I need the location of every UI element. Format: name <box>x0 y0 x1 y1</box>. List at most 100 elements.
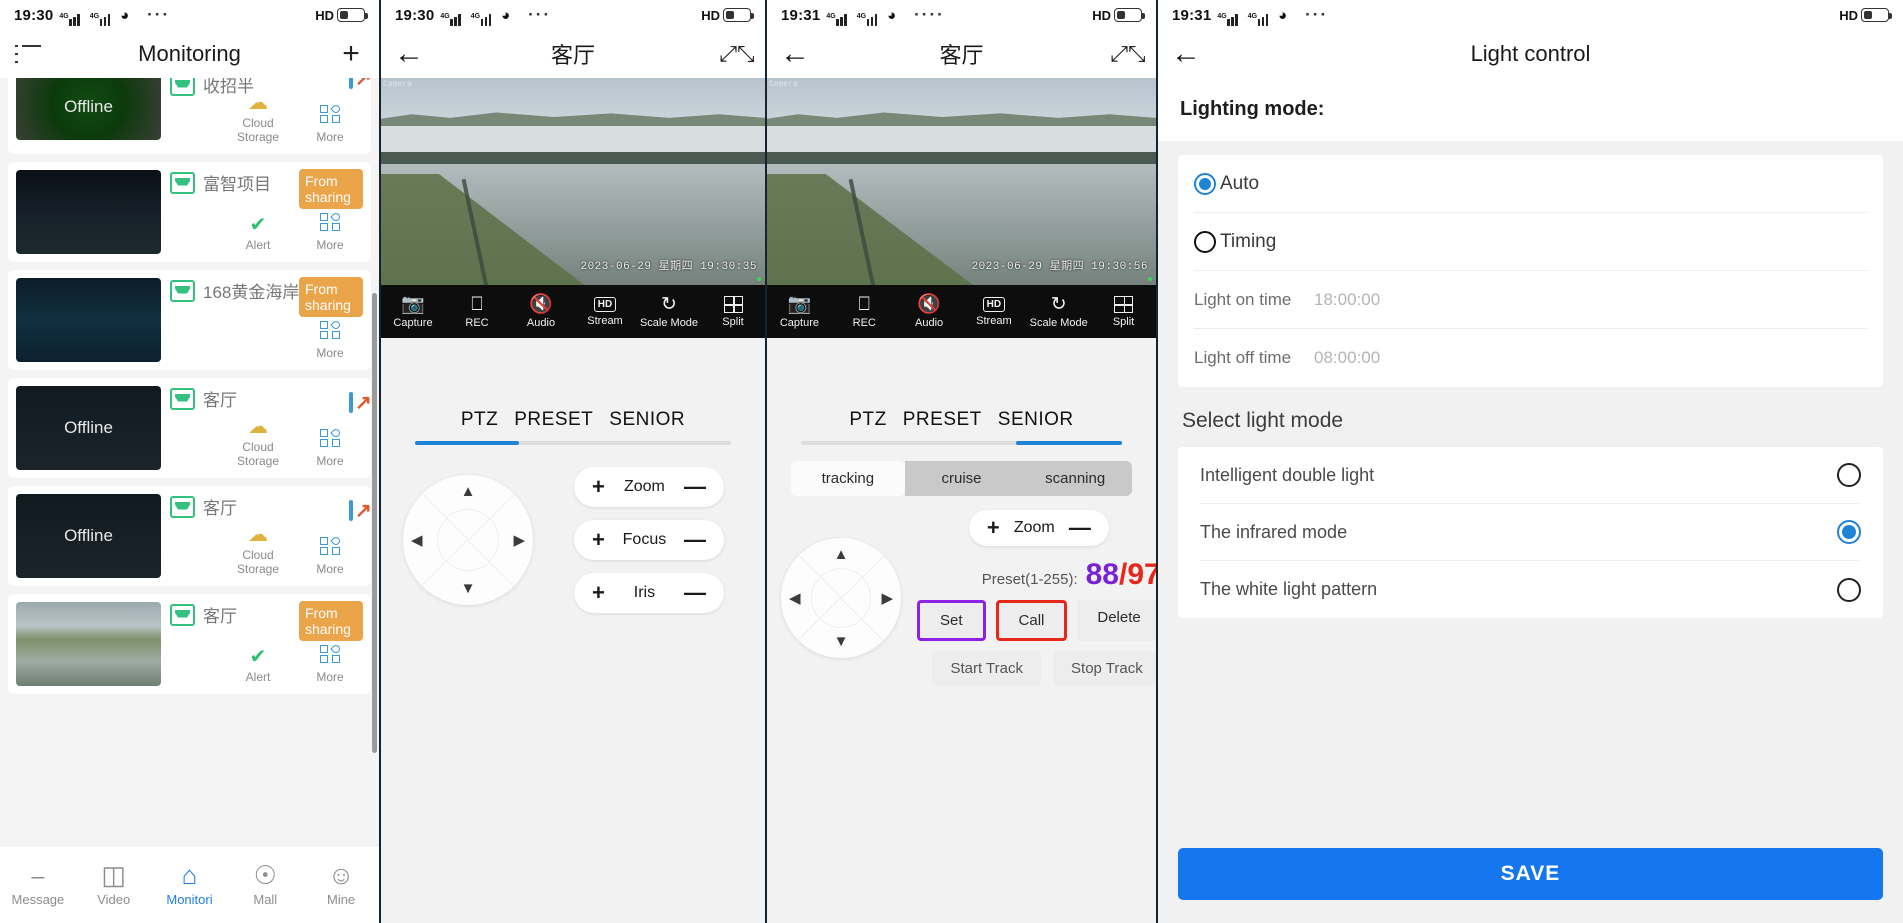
light-on-time-row[interactable]: Light on time 18:00:00 <box>1194 271 1867 329</box>
ptz-dpad[interactable]: ▲ ▼ ◀ ▶ <box>781 538 901 658</box>
nav-item-mall[interactable]: ☉ Mall <box>227 846 303 923</box>
video-preview[interactable]: Camera 2023-06-29 星期四 19:30:56 <box>767 78 1156 285</box>
plus-icon[interactable]: + <box>987 515 1000 541</box>
share-button[interactable] <box>349 392 353 413</box>
list-item[interactable]: Offline 收招半 ☁ Cloud Storage <box>8 78 371 154</box>
back-button[interactable]: ← <box>1158 39 1214 69</box>
radio-icon[interactable] <box>1837 577 1861 602</box>
dpad-up-icon[interactable]: ▲ <box>834 546 849 563</box>
menu-button[interactable] <box>0 45 56 63</box>
camera-thumbnail[interactable] <box>16 602 161 686</box>
tab-ptz[interactable]: PTZ <box>461 409 498 431</box>
split-button[interactable]: Split <box>701 295 765 328</box>
record-button[interactable]: ⎕ REC <box>832 295 897 329</box>
radio-icon[interactable] <box>1837 463 1861 487</box>
back-button[interactable]: ← <box>381 39 437 69</box>
iris-control[interactable]: + Iris — <box>574 573 724 613</box>
more-action[interactable]: More <box>301 319 359 360</box>
light-off-time-row[interactable]: Light off time 08:00:00 <box>1194 329 1867 387</box>
cloud-storage-action[interactable]: ☁ Cloud Storage <box>229 417 287 468</box>
minus-icon[interactable]: — <box>684 527 706 553</box>
tab-senior[interactable]: SENIOR <box>609 409 685 431</box>
list-scrollbar[interactable] <box>372 293 377 753</box>
camera-thumbnail[interactable] <box>16 170 161 254</box>
alert-action[interactable]: ✔ Alert <box>229 215 287 252</box>
tab-preset[interactable]: PRESET <box>514 409 593 431</box>
more-action[interactable]: More <box>301 643 359 684</box>
share-button[interactable] <box>349 78 353 89</box>
list-item[interactable]: 富智项目 From sharing ✔ Alert More <box>8 162 371 262</box>
save-button[interactable]: SAVE <box>1178 848 1883 900</box>
stream-button[interactable]: HD Stream <box>961 296 1026 327</box>
dpad-right-icon[interactable]: ▶ <box>513 531 525 549</box>
list-item[interactable]: 168黄金海岸... From sharing More <box>8 270 371 370</box>
light-mode-intelligent[interactable]: Intelligent double light <box>1200 447 1861 504</box>
list-item[interactable]: Offline 客厅 ☁ Cloud Storage <box>8 378 371 478</box>
scale-mode-button[interactable]: ↻ Scale Mode <box>637 295 701 329</box>
add-device-button[interactable]: + <box>323 39 379 69</box>
minus-icon[interactable]: — <box>1069 515 1091 541</box>
tab-preset[interactable]: PRESET <box>903 409 982 431</box>
tab-ptz[interactable]: PTZ <box>849 409 886 431</box>
list-item[interactable]: 客厅 From sharing ✔ Alert More <box>8 594 371 694</box>
set-preset-button[interactable]: Set <box>917 600 986 641</box>
stream-button[interactable]: HD Stream <box>573 296 637 327</box>
start-track-button[interactable]: Start Track <box>932 651 1042 686</box>
audio-button[interactable]: 🔇 Audio <box>509 295 573 329</box>
cloud-storage-action[interactable]: ☁ Cloud Storage <box>229 525 287 576</box>
tab-senior[interactable]: SENIOR <box>998 409 1074 431</box>
more-action[interactable]: More <box>301 211 359 252</box>
plus-icon[interactable]: + <box>592 474 605 500</box>
more-action[interactable]: More <box>301 103 359 144</box>
nav-item-monitoring[interactable]: ⌂ Monitori <box>152 846 228 923</box>
plus-icon[interactable]: + <box>592 580 605 606</box>
call-preset-button[interactable]: Call <box>995 600 1068 641</box>
nav-item-message[interactable]: ⎯ Message <box>0 846 76 923</box>
share-button[interactable] <box>349 500 353 521</box>
fullscreen-button[interactable]: ⤢⤡ <box>709 41 765 67</box>
zoom-control[interactable]: + Zoom — <box>574 467 724 507</box>
more-action[interactable]: More <box>301 535 359 576</box>
light-on-time-value[interactable]: 18:00:00 <box>1314 290 1380 310</box>
back-button[interactable]: ← <box>767 39 823 69</box>
delete-preset-button[interactable]: Delete <box>1077 600 1156 641</box>
radio-icon[interactable] <box>1194 172 1216 195</box>
more-action[interactable]: More <box>301 427 359 468</box>
capture-button[interactable]: 📷 Capture <box>767 295 832 329</box>
light-off-time-value[interactable]: 08:00:00 <box>1314 348 1380 368</box>
radio-icon[interactable] <box>1837 520 1861 544</box>
camera-thumbnail[interactable]: Offline <box>16 494 161 578</box>
dpad-left-icon[interactable]: ◀ <box>411 531 423 549</box>
mode-option-timing[interactable]: Timing <box>1194 213 1867 271</box>
audio-button[interactable]: 🔇 Audio <box>897 295 962 329</box>
nav-item-video[interactable]: ◫ Video <box>76 846 152 923</box>
minus-icon[interactable]: — <box>684 580 706 606</box>
nav-item-mine[interactable]: ☺ Mine <box>303 846 379 923</box>
cloud-storage-action[interactable]: ☁ Cloud Storage <box>229 93 287 144</box>
focus-control[interactable]: + Focus — <box>574 520 724 560</box>
zoom-control[interactable]: + Zoom — <box>968 510 1109 546</box>
camera-thumbnail[interactable]: Offline <box>16 386 161 470</box>
device-list[interactable]: Offline 收招半 ☁ Cloud Storage <box>0 78 379 923</box>
camera-thumbnail[interactable]: Offline <box>16 78 161 140</box>
alert-action[interactable]: ✔ Alert <box>229 647 287 684</box>
segment-scanning[interactable]: scanning <box>1018 461 1132 496</box>
plus-icon[interactable]: + <box>592 527 605 553</box>
split-button[interactable]: Split <box>1091 295 1156 328</box>
dpad-left-icon[interactable]: ◀ <box>789 589 801 607</box>
segment-cruise[interactable]: cruise <box>904 461 1019 496</box>
stop-track-button[interactable]: Stop Track <box>1053 651 1156 686</box>
dpad-down-icon[interactable]: ▼ <box>461 580 476 597</box>
camera-thumbnail[interactable] <box>16 278 161 362</box>
fullscreen-button[interactable]: ⤢⤡ <box>1100 41 1156 67</box>
video-preview[interactable]: Camera 2023-06-29 星期四 19:30:35 <box>381 78 765 285</box>
radio-icon[interactable] <box>1194 230 1216 253</box>
segment-tracking[interactable]: tracking <box>791 461 905 496</box>
light-mode-white[interactable]: The white light pattern <box>1200 561 1861 618</box>
light-mode-infrared[interactable]: The infrared mode <box>1200 504 1861 561</box>
mode-option-auto[interactable]: Auto <box>1194 155 1867 213</box>
record-button[interactable]: ⎕ REC <box>445 295 509 329</box>
minus-icon[interactable]: — <box>684 474 706 500</box>
dpad-right-icon[interactable]: ▶ <box>881 589 893 607</box>
dpad-up-icon[interactable]: ▲ <box>461 483 476 500</box>
